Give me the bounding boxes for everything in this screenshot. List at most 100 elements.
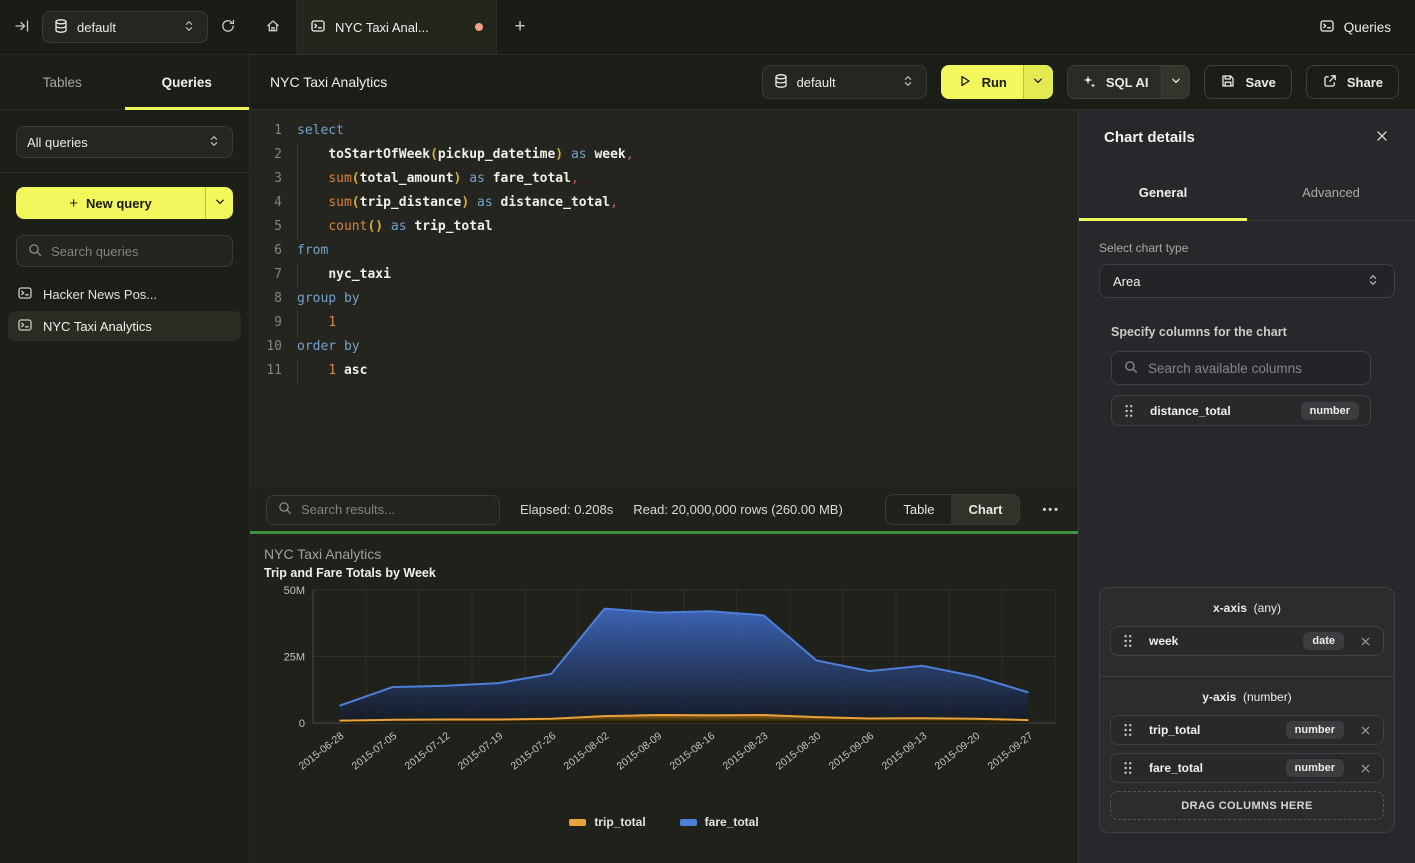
column-type-badge: date [1303,632,1344,650]
home-tab[interactable] [250,0,297,54]
results-search [266,495,500,525]
column-card-fare_total[interactable]: fare_totalnumber [1110,753,1384,783]
line-number: 10 [250,335,282,359]
code-line[interactable]: 10order by [250,335,1078,359]
code-line[interactable]: 8group by [250,287,1078,311]
code-line[interactable]: 1select [250,119,1078,143]
run-button[interactable]: Run [941,65,1053,99]
legend-item[interactable]: fare_total [680,815,759,829]
sidebar-tabs: Tables Queries [0,55,249,110]
panel-tabs: General Advanced [1079,165,1415,221]
sql-ai-main[interactable]: SQL AI [1068,66,1162,98]
remove-column-icon[interactable] [1359,724,1372,737]
top-bar: default NYC Taxi Anal... + Queries [0,0,1415,55]
drag-handle-icon[interactable] [1123,403,1139,419]
close-icon[interactable] [1374,128,1390,147]
column-card-trip_total[interactable]: trip_totalnumber [1110,715,1384,745]
tab-general[interactable]: General [1079,165,1247,220]
unsaved-dot [475,23,483,31]
legend-swatch [569,819,586,826]
panel-header: Chart details [1079,110,1415,165]
topbar-left: default [0,0,250,54]
svg-text:2015-09-13: 2015-09-13 [880,730,930,773]
code-line[interactable]: 3 sum(total_amount) as fare_total, [250,167,1078,191]
chart-legend: trip_total fare_total [250,815,1078,829]
chart-type-label: Select chart type [1099,241,1395,255]
drag-handle-icon[interactable] [1122,633,1138,649]
new-tab-button[interactable]: + [497,0,543,54]
code-line[interactable]: 11 1 asc [250,359,1078,383]
svg-text:2015-07-26: 2015-07-26 [509,730,559,773]
svg-text:2015-08-16: 2015-08-16 [668,730,718,773]
code-line[interactable]: 9 1 [250,311,1078,335]
view-toggle-table[interactable]: Table [886,495,951,524]
drag-handle-icon[interactable] [1122,722,1138,738]
collapse-sidebar-icon[interactable] [14,18,30,37]
more-icon[interactable]: ••• [1040,504,1062,516]
tab-queries[interactable]: Queries [125,55,250,109]
share-button[interactable]: Share [1306,65,1399,99]
toolbar-database-select[interactable]: default [762,65,927,99]
svg-text:2015-07-12: 2015-07-12 [403,730,453,773]
topbar-queries-button[interactable]: Queries [1319,0,1415,54]
refresh-icon[interactable] [220,18,236,37]
query-list: Hacker News Pos... NYC Taxi Analytics [0,279,249,341]
column-card-distance_total[interactable]: distance_totalnumber [1111,395,1371,426]
code-line[interactable]: 2 toStartOfWeek(pickup_datetime) as week… [250,143,1078,167]
query-filter-select[interactable]: All queries [16,126,233,158]
column-card-week[interactable]: week date [1110,626,1384,656]
sql-editor[interactable]: 1select2 toStartOfWeek(pickup_datetime) … [250,110,1078,488]
column-name: week [1149,634,1178,648]
sql-console-app: default NYC Taxi Anal... + Queries Table… [0,0,1415,863]
share-icon [1322,73,1338,92]
svg-text:50M: 50M [284,585,305,597]
tab-advanced[interactable]: Advanced [1247,165,1415,220]
results-chart[interactable]: 025M50M2015-06-282015-07-052015-07-12201… [250,582,1078,813]
query-list-item[interactable]: NYC Taxi Analytics [8,311,241,341]
chevrons-updown-icon [1365,272,1381,291]
drop-zone[interactable]: DRAG COLUMNS HERE [1110,791,1384,820]
query-icon [1319,18,1335,37]
new-query-dropdown[interactable] [205,187,233,219]
chart-type-select[interactable]: Area [1099,264,1395,298]
topbar-database-select[interactable]: default [42,11,208,43]
legend-item[interactable]: trip_total [569,815,645,829]
svg-text:2015-09-27: 2015-09-27 [986,730,1036,773]
column-type-badge: number [1286,759,1344,777]
tab-tables[interactable]: Tables [0,55,125,109]
drag-handle-icon[interactable] [1122,760,1138,776]
panel-content: Select chart type Area Specify columns f… [1079,221,1415,863]
play-icon [957,73,973,92]
svg-text:2015-09-06: 2015-09-06 [827,730,877,773]
run-button-main[interactable]: Run [941,65,1023,99]
code-line[interactable]: 6from [250,239,1078,263]
save-button[interactable]: Save [1204,65,1291,99]
new-query-button[interactable]: + New query [16,187,233,219]
column-type-badge: number [1301,402,1359,420]
query-item-label: Hacker News Pos... [43,287,157,302]
results-search-input[interactable] [301,502,489,517]
code-line[interactable]: 4 sum(trip_distance) as distance_total, [250,191,1078,215]
new-query-main[interactable]: + New query [16,187,205,219]
remove-column-icon[interactable] [1359,762,1372,775]
sql-ai-button[interactable]: SQL AI [1067,65,1191,99]
code-line[interactable]: 7 nyc_taxi [250,263,1078,287]
tab-nyc-taxi-analytics[interactable]: NYC Taxi Anal... [297,0,497,54]
chevrons-updown-icon [181,18,197,37]
remove-column-icon[interactable] [1359,635,1372,648]
columns-label: Specify columns for the chart [1111,325,1371,339]
view-toggle-chart[interactable]: Chart [951,495,1019,524]
chevron-down-icon [1168,73,1184,92]
query-item-label: NYC Taxi Analytics [43,319,152,334]
sql-ai-dropdown[interactable] [1161,66,1189,98]
query-search-input[interactable] [51,244,222,259]
home-icon [265,18,281,37]
columns-search-input[interactable] [1148,361,1359,376]
run-dropdown[interactable] [1023,65,1053,99]
results-toolbar: Elapsed: 0.208s Read: 20,000,000 rows (2… [250,488,1078,534]
line-number: 9 [250,311,282,335]
chart-type-value: Area [1113,274,1140,289]
query-list-item[interactable]: Hacker News Pos... [8,279,241,309]
code-line[interactable]: 5 count() as trip_total [250,215,1078,239]
tab-strip: NYC Taxi Anal... + [250,0,543,54]
